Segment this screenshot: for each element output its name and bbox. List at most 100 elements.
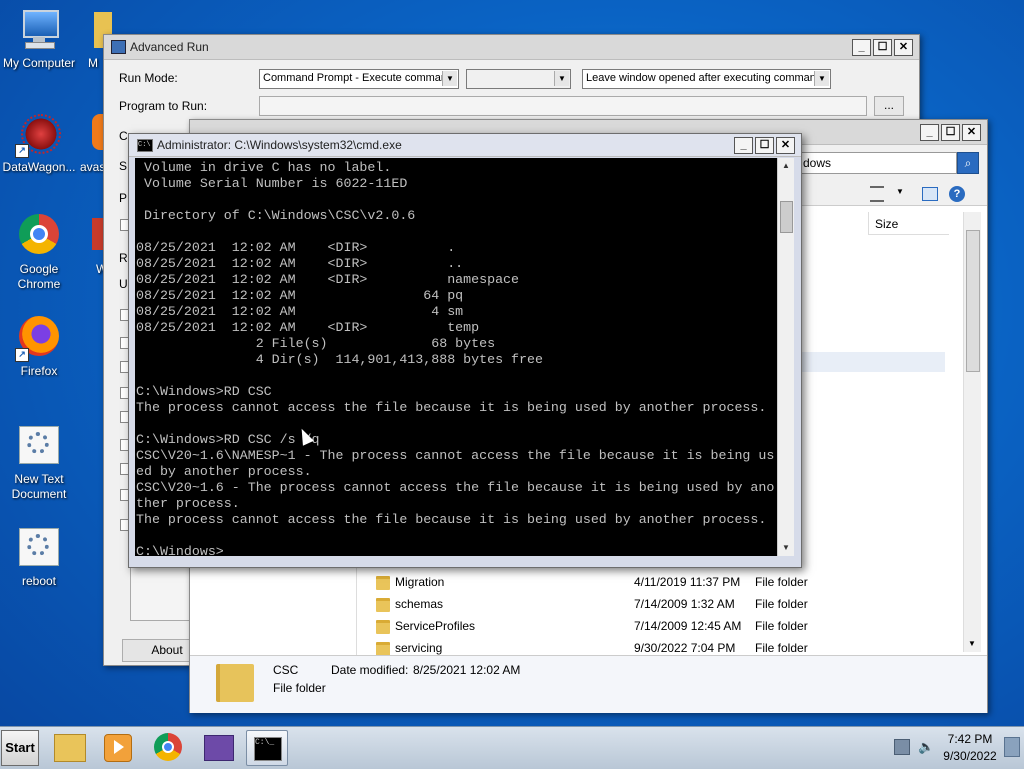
file-date: 4/11/2019 11:37 PM [634, 575, 741, 589]
file-type: File folder [755, 641, 808, 655]
list-item[interactable]: ServiceProfiles 7/14/2009 12:45 AM File … [370, 615, 960, 637]
desktop-icon-firefox[interactable]: ↗ Firefox [1, 316, 77, 379]
chrome-icon [17, 214, 61, 258]
details-name: CSC [273, 663, 299, 677]
file-name: servicing [395, 641, 443, 655]
help-icon[interactable]: ? [949, 186, 965, 202]
desktop-icon-label: Google Chrome [17, 262, 61, 291]
desktop-icon-my-computer[interactable]: My Computer [1, 8, 77, 71]
cmd-titlebar[interactable]: C:\ Administrator: C:\Windows\system32\c… [129, 134, 801, 157]
taskbar-advanced-run-button[interactable] [198, 730, 238, 764]
taskbar-chrome-button[interactable] [148, 730, 188, 764]
cmd-icon: C:\_ [254, 737, 282, 761]
side-label-c: C [119, 129, 128, 143]
settings-file-icon [17, 526, 61, 570]
view-options-icon[interactable] [870, 186, 884, 202]
desktop-icon-reboot[interactable]: reboot [1, 526, 77, 589]
column-header-size[interactable]: Size [868, 212, 949, 235]
desktop-icon-new-text-document[interactable]: New Text Document [1, 424, 77, 502]
file-date: 9/30/2022 7:04 PM [634, 641, 736, 655]
taskbar: Start C:\_ 🔈 7:42 PM 9/30/2022 [0, 726, 1024, 769]
taskbar-explorer-button[interactable] [50, 730, 90, 764]
taskbar-media-player-button[interactable] [98, 730, 138, 764]
window-option-value: Leave window opened after executing comm… [586, 72, 823, 84]
minimize-button[interactable]: _ [852, 39, 871, 56]
folder-icon [376, 620, 390, 634]
scroll-thumb[interactable] [780, 201, 793, 233]
file-name: ServiceProfiles [395, 619, 476, 633]
advanced-run-titlebar[interactable]: Advanced Run _ ☐ ✕ [104, 35, 919, 60]
program-label: Program to Run: [119, 99, 208, 113]
advanced-run-app-icon [111, 40, 126, 54]
folder-icon [376, 598, 390, 612]
minimize-button[interactable]: _ [734, 137, 753, 154]
details-pane: CSC Date modified: 8/25/2021 12:02 AM Fi… [190, 655, 987, 713]
console-output-area[interactable]: Volume in drive C has no label. Volume S… [135, 158, 777, 556]
computer-icon [17, 8, 61, 52]
options-groupbox [130, 567, 192, 621]
tray-network-icon[interactable] [894, 739, 910, 755]
cmd-app-icon: C:\ [137, 139, 153, 152]
side-label-s: S [119, 159, 128, 173]
scroll-down-button[interactable]: ▼ [778, 540, 794, 556]
start-button[interactable]: Start [1, 730, 39, 766]
show-desktop-button[interactable] [1004, 737, 1020, 757]
maximize-button[interactable]: ☐ [873, 39, 892, 56]
search-icon[interactable]: ⌕ [957, 152, 979, 174]
advanced-run-icon [204, 735, 234, 761]
desktop-icon-label: Firefox [20, 364, 58, 378]
explorer-vscrollbar[interactable]: ▼ [963, 212, 981, 652]
clock-date[interactable]: 9/30/2022 [940, 749, 1000, 763]
browse-button[interactable]: ... [874, 96, 904, 116]
close-button[interactable]: ✕ [894, 39, 913, 56]
datawagon-icon: ↗ [15, 112, 61, 158]
scroll-up-button[interactable]: ▲ [778, 158, 794, 174]
tray-volume-icon[interactable]: 🔈 [918, 739, 934, 755]
console-text: Volume in drive C has no label. Volume S… [136, 160, 775, 556]
run-mode-select[interactable]: Command Prompt - Execute command ▼ [259, 69, 459, 89]
desktop-icon-datawagon[interactable]: ↗ DataWagon... [1, 112, 77, 175]
close-button[interactable]: ✕ [776, 137, 795, 154]
cmd-vscrollbar[interactable]: ▲ ▼ [777, 158, 794, 556]
file-type: File folder [755, 575, 808, 589]
settings-file-icon [17, 424, 61, 468]
side-label-r: R [119, 251, 128, 265]
chevron-down-icon: ▼ [814, 71, 829, 86]
firefox-icon: ↗ [15, 316, 61, 362]
side-label-p: P [119, 191, 128, 205]
taskbar-cmd-button[interactable]: C:\_ [246, 730, 288, 766]
chevron-down-icon[interactable]: ▼ [896, 187, 904, 196]
window-option-select[interactable]: Leave window opened after executing comm… [582, 69, 831, 89]
clock-time[interactable]: 7:42 PM [945, 732, 995, 746]
maximize-button[interactable]: ☐ [941, 124, 960, 141]
list-item[interactable]: Migration 4/11/2019 11:37 PM File folder [370, 571, 960, 593]
file-name: Migration [395, 575, 445, 589]
maximize-button[interactable]: ☐ [755, 137, 774, 154]
scroll-thumb[interactable] [966, 230, 980, 372]
file-type: File folder [755, 619, 808, 633]
search-input[interactable]: dows [800, 152, 957, 174]
program-input[interactable] [259, 96, 867, 116]
nav-pane-divider [356, 565, 357, 655]
desktop-icon-google-chrome[interactable]: Google Chrome [1, 214, 77, 292]
side-label-u: U [119, 277, 128, 291]
file-date: 7/14/2009 12:45 AM [634, 619, 742, 633]
secondary-select[interactable]: ▼ [466, 69, 571, 89]
scroll-down-button[interactable]: ▼ [964, 636, 980, 652]
file-type: File folder [755, 597, 808, 611]
cmd-window: C:\ Administrator: C:\Windows\system32\c… [128, 133, 802, 568]
desktop-icon-label: DataWagon... [2, 160, 76, 174]
minimize-button[interactable]: _ [920, 124, 939, 141]
folder-icon [376, 642, 390, 656]
window-title: Administrator: C:\Windows\system32\cmd.e… [157, 138, 402, 152]
folder-large-icon [216, 664, 254, 702]
desktop-icon-label: My Computer [2, 56, 76, 70]
desktop-icon-label: New Text Document [11, 472, 67, 501]
file-list: Migration 4/11/2019 11:37 PM File folder… [370, 571, 960, 661]
list-item[interactable]: schemas 7/14/2009 1:32 AM File folder [370, 593, 960, 615]
play-icon [114, 740, 124, 754]
preview-pane-icon[interactable] [922, 187, 938, 201]
file-date: 7/14/2009 1:32 AM [634, 597, 735, 611]
close-button[interactable]: ✕ [962, 124, 981, 141]
run-mode-value: Command Prompt - Execute command [263, 72, 454, 84]
